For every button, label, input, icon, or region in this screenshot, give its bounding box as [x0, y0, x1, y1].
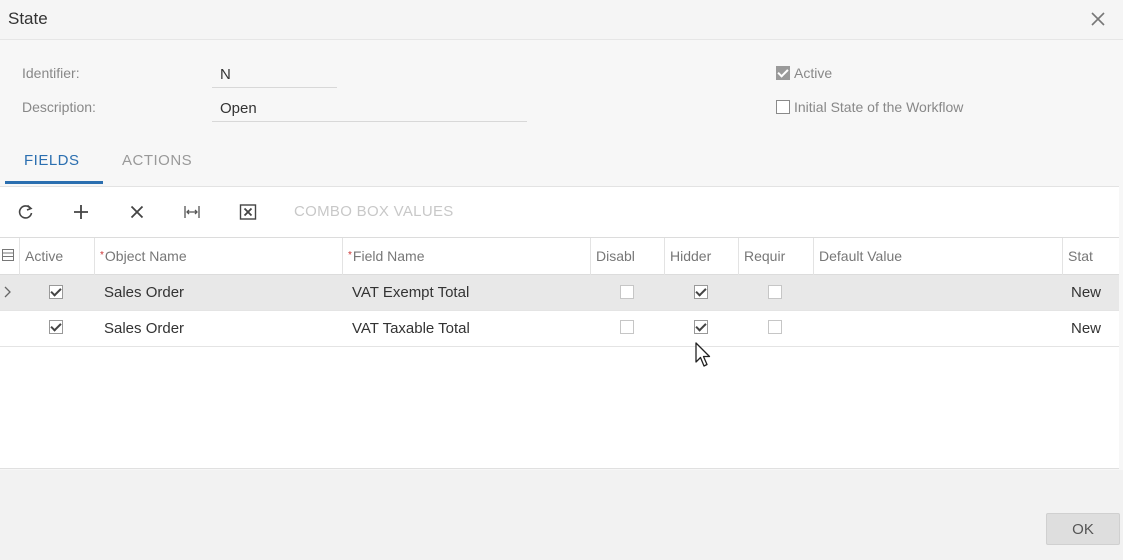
row-required-checkbox[interactable]	[768, 320, 782, 334]
row-active-checkbox[interactable]	[49, 285, 63, 299]
row-disabled-checkbox[interactable]	[620, 285, 634, 299]
row-disabled-checkbox[interactable]	[620, 320, 634, 334]
row-status: New	[1071, 320, 1102, 337]
col-header-object-name[interactable]: *Object Name	[94, 238, 342, 275]
active-checkbox-row[interactable]: Active	[776, 65, 832, 81]
dialog-titlebar: State	[0, 0, 1123, 40]
state-dialog: State Identifier: N Description: Open Ac…	[0, 0, 1123, 560]
column-config-icon[interactable]	[2, 249, 14, 261]
dialog-footer	[0, 470, 1123, 560]
col-header-default-value[interactable]: Default Value	[813, 238, 1062, 275]
description-label: Description:	[22, 99, 96, 115]
row-required-checkbox[interactable]	[768, 285, 782, 299]
chevron-right-icon	[4, 286, 11, 298]
grid-header: Active *Object Name *Field Name Disabl H…	[0, 238, 1119, 275]
tab-bar: FIELDS ACTIONS	[0, 143, 1123, 185]
ok-button[interactable]: OK	[1046, 513, 1120, 545]
excel-export-icon[interactable]	[235, 199, 261, 225]
combo-box-values-button[interactable]: COMBO BOX VALUES	[294, 203, 454, 220]
active-checkbox[interactable]	[776, 66, 790, 80]
col-header-disabled[interactable]: Disabl	[590, 238, 664, 275]
plus-icon[interactable]	[68, 199, 94, 225]
col-header-required[interactable]: Requir	[738, 238, 813, 275]
dialog-title: State	[8, 9, 48, 28]
fields-grid: Active *Object Name *Field Name Disabl H…	[0, 237, 1119, 469]
initial-state-label: Initial State of the Workflow	[794, 99, 964, 115]
row-field-name: VAT Taxable Total	[352, 320, 470, 337]
identifier-label: Identifier:	[22, 65, 80, 81]
table-row[interactable]: Sales Order VAT Taxable Total New	[0, 311, 1119, 347]
close-icon[interactable]	[1087, 8, 1109, 30]
initial-state-checkbox-row[interactable]: Initial State of the Workflow	[776, 99, 963, 115]
table-row[interactable]: Sales Order VAT Exempt Total New	[0, 275, 1119, 311]
description-field[interactable]: Open	[212, 100, 527, 122]
row-object-name: Sales Order	[104, 320, 185, 337]
col-header-status[interactable]: Stat	[1062, 238, 1119, 275]
row-hidden-checkbox[interactable]	[694, 285, 708, 299]
grid-toolbar: COMBO BOX VALUES	[0, 186, 1119, 237]
tab-fields[interactable]: FIELDS	[24, 152, 80, 169]
row-field-name: VAT Exempt Total	[352, 284, 470, 301]
col-header-active[interactable]: Active	[19, 238, 95, 275]
col-header-field-name[interactable]: *Field Name	[342, 238, 590, 275]
fit-columns-icon[interactable]	[179, 199, 205, 225]
row-status: New	[1071, 284, 1102, 301]
row-hidden-checkbox[interactable]	[694, 320, 708, 334]
state-form: Identifier: N Description: Open Active I…	[0, 41, 1123, 141]
row-object-name: Sales Order	[104, 284, 185, 301]
x-icon[interactable]	[124, 199, 150, 225]
row-active-checkbox[interactable]	[49, 320, 63, 334]
tab-actions[interactable]: ACTIONS	[122, 152, 192, 169]
initial-state-checkbox[interactable]	[776, 100, 790, 114]
col-header-hidden[interactable]: Hidder	[664, 238, 738, 275]
active-tab-indicator	[5, 181, 103, 184]
identifier-field[interactable]: N	[212, 66, 337, 88]
refresh-icon[interactable]	[13, 199, 39, 225]
active-label: Active	[794, 65, 833, 81]
mouse-cursor-icon	[695, 342, 711, 367]
